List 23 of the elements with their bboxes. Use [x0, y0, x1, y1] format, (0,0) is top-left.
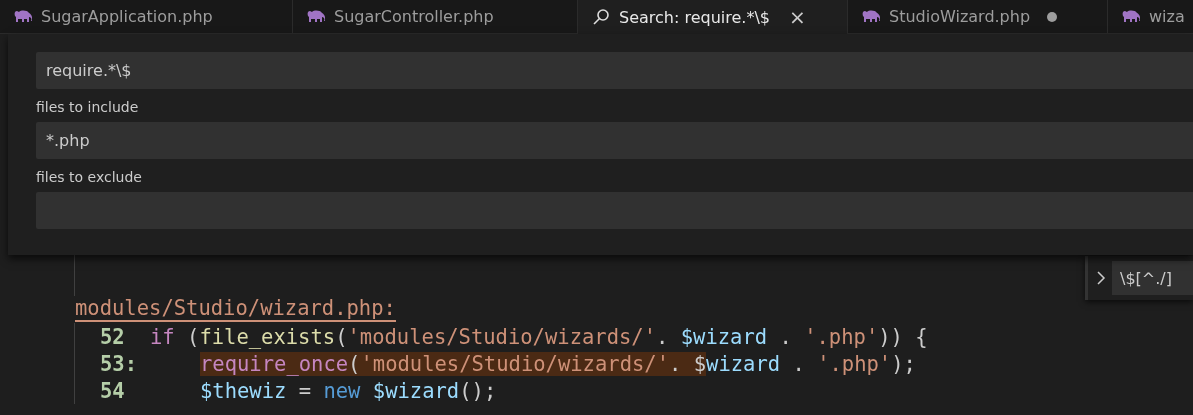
- include-label: files to include: [36, 99, 140, 115]
- line-number: 52: [100, 324, 125, 349]
- chevron-icon[interactable]: [1096, 270, 1106, 286]
- elephant-icon: [862, 10, 880, 23]
- exclude-label: files to exclude: [36, 169, 143, 185]
- elephant-icon: [14, 10, 32, 23]
- line-number: 54: [100, 378, 125, 403]
- line-number: 53:: [100, 351, 138, 376]
- close-icon[interactable]: ×: [789, 5, 806, 29]
- code-line: if (file_exists('modules/Studio/wizards/'. $wizard . '.php')) {: [150, 324, 928, 349]
- editor-tab[interactable]: SugarApplication.php: [0, 0, 293, 34]
- file-path[interactable]: modules/Studio/wizard.php:: [75, 297, 396, 322]
- elephant-icon: [307, 10, 325, 23]
- elephant-icon: [1122, 10, 1140, 23]
- include-field[interactable]: *.php: [36, 122, 1193, 159]
- replace-field[interactable]: \$[^./]: [1112, 261, 1193, 295]
- code-line: require_once('modules/Studio/wizards/'. $wizard . '.php');: [199, 351, 916, 376]
- code-line: $thewiz = new $wizard();: [199, 378, 497, 403]
- editor-tab[interactable]: SugarController.php: [293, 0, 578, 34]
- editor-tab[interactable]: Search: require.*\$ ×: [578, 0, 848, 34]
- search-field[interactable]: require.*\$: [36, 52, 1193, 89]
- search-icon: [592, 8, 610, 26]
- editor-tab[interactable]: StudioWizard.php: [848, 0, 1108, 34]
